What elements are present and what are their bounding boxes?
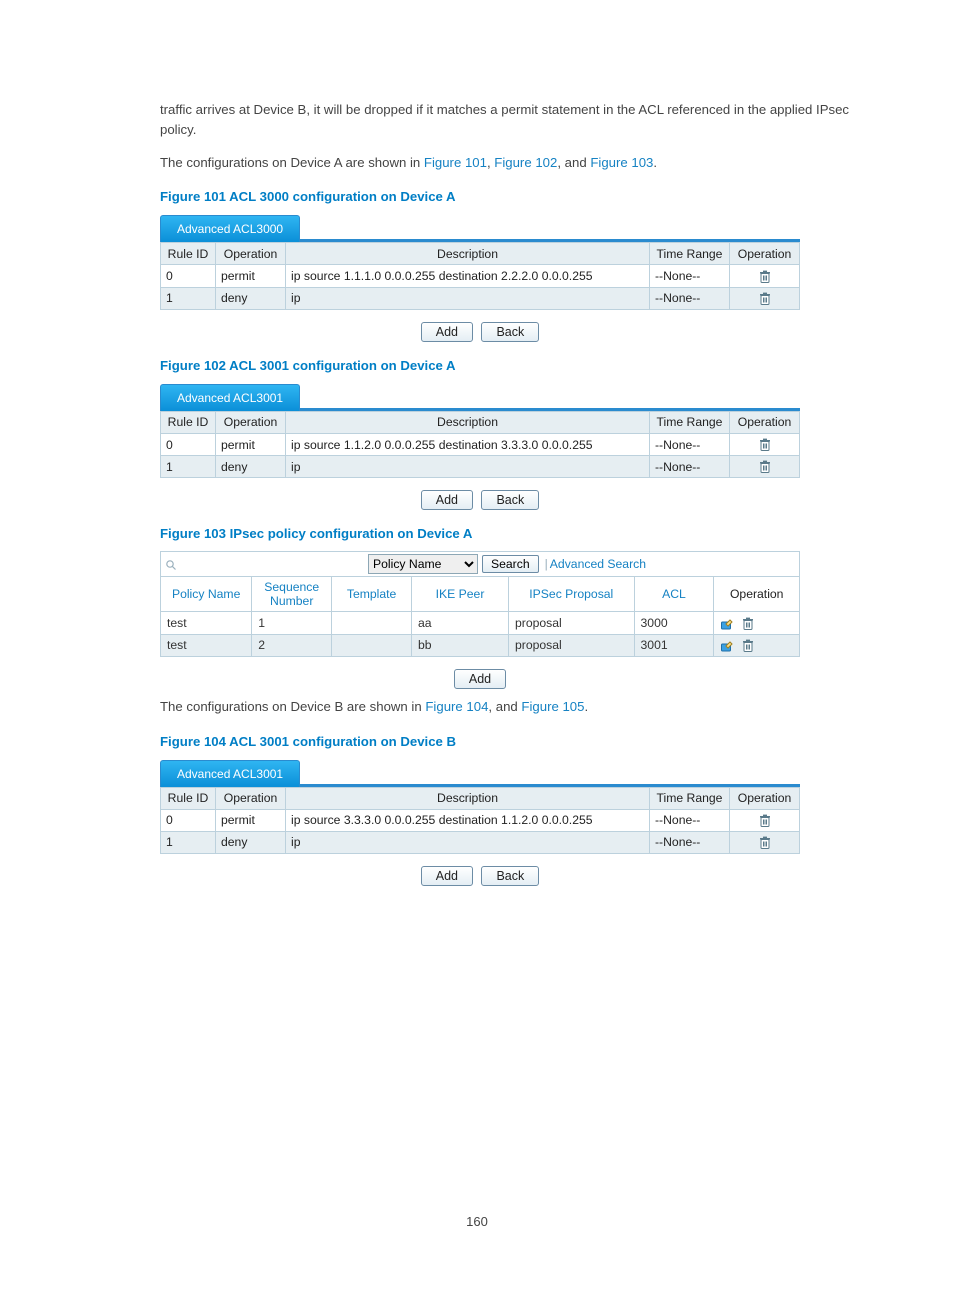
back-button[interactable]: Back xyxy=(481,322,539,342)
table-row: 1 deny ip --None-- xyxy=(161,831,800,853)
tab-advanced-acl3001[interactable]: Advanced ACL3001 xyxy=(160,384,300,411)
delete-icon[interactable] xyxy=(758,291,772,306)
acl-header-row: Rule ID Operation Description Time Range… xyxy=(161,411,800,433)
figure-101-table: Advanced ACL3000 Rule ID Operation Descr… xyxy=(160,214,800,310)
acl-header-row: Rule ID Operation Description Time Range… xyxy=(161,787,800,809)
search-button[interactable]: Search xyxy=(482,555,539,573)
figure-104-caption: Figure 104 ACL 3001 configuration on Dev… xyxy=(160,734,854,749)
figure-101-caption: Figure 101 ACL 3000 configuration on Dev… xyxy=(160,189,854,204)
figure-102-table: Advanced ACL3001 Rule ID Operation Descr… xyxy=(160,383,800,479)
figure-104-table: Advanced ACL3001 Rule ID Operation Descr… xyxy=(160,759,800,855)
search-input[interactable] xyxy=(181,553,366,575)
add-button[interactable]: Add xyxy=(421,322,473,342)
link-figure-102[interactable]: Figure 102 xyxy=(494,155,557,170)
delete-icon[interactable] xyxy=(741,616,755,631)
tab-advanced-acl3001[interactable]: Advanced ACL3001 xyxy=(160,760,300,787)
delete-icon[interactable] xyxy=(758,269,772,284)
edit-icon[interactable] xyxy=(720,638,734,653)
search-icon xyxy=(161,557,181,571)
search-field-select[interactable]: Policy Name xyxy=(368,554,478,574)
add-button[interactable]: Add xyxy=(421,490,473,510)
link-figure-101[interactable]: Figure 101 xyxy=(424,155,487,170)
table-row: 1 deny ip --None-- xyxy=(161,456,800,478)
paragraph: The configurations on Device B are shown… xyxy=(160,697,854,717)
table-row: 0 permit ip source 1.1.2.0 0.0.0.255 des… xyxy=(161,433,800,455)
link-figure-103[interactable]: Figure 103 xyxy=(590,155,653,170)
back-button[interactable]: Back xyxy=(481,490,539,510)
table-row: 0 permit ip source 3.3.3.0 0.0.0.255 des… xyxy=(161,809,800,831)
page-number: 160 xyxy=(0,1214,954,1229)
add-button[interactable]: Add xyxy=(421,866,473,886)
table-row: 0 permit ip source 1.1.1.0 0.0.0.255 des… xyxy=(161,265,800,287)
table-row: test 2 bb proposal 3001 xyxy=(161,634,800,656)
link-figure-104[interactable]: Figure 104 xyxy=(425,699,488,714)
delete-icon[interactable] xyxy=(758,437,772,452)
delete-icon[interactable] xyxy=(758,813,772,828)
paragraph: traffic arrives at Device B, it will be … xyxy=(160,100,854,141)
figure-103-caption: Figure 103 IPsec policy configuration on… xyxy=(160,526,854,541)
figure-103-table: Policy Name Search | Advanced Search Pol… xyxy=(160,551,800,657)
ipsec-header-row: Policy Name Sequence Number Template IKE… xyxy=(161,577,800,612)
delete-icon[interactable] xyxy=(741,638,755,653)
link-figure-105[interactable]: Figure 105 xyxy=(521,699,584,714)
delete-icon[interactable] xyxy=(758,835,772,850)
add-button[interactable]: Add xyxy=(454,669,506,689)
figure-102-caption: Figure 102 ACL 3001 configuration on Dev… xyxy=(160,358,854,373)
table-row: 1 deny ip --None-- xyxy=(161,287,800,309)
table-row: test 1 aa proposal 3000 xyxy=(161,612,800,634)
advanced-search-link[interactable]: Advanced Search xyxy=(550,557,646,571)
tab-advanced-acl3000[interactable]: Advanced ACL3000 xyxy=(160,215,300,242)
delete-icon[interactable] xyxy=(758,459,772,474)
edit-icon[interactable] xyxy=(720,616,734,631)
paragraph: The configurations on Device A are shown… xyxy=(160,153,854,173)
back-button[interactable]: Back xyxy=(481,866,539,886)
acl-header-row: Rule ID Operation Description Time Range… xyxy=(161,243,800,265)
